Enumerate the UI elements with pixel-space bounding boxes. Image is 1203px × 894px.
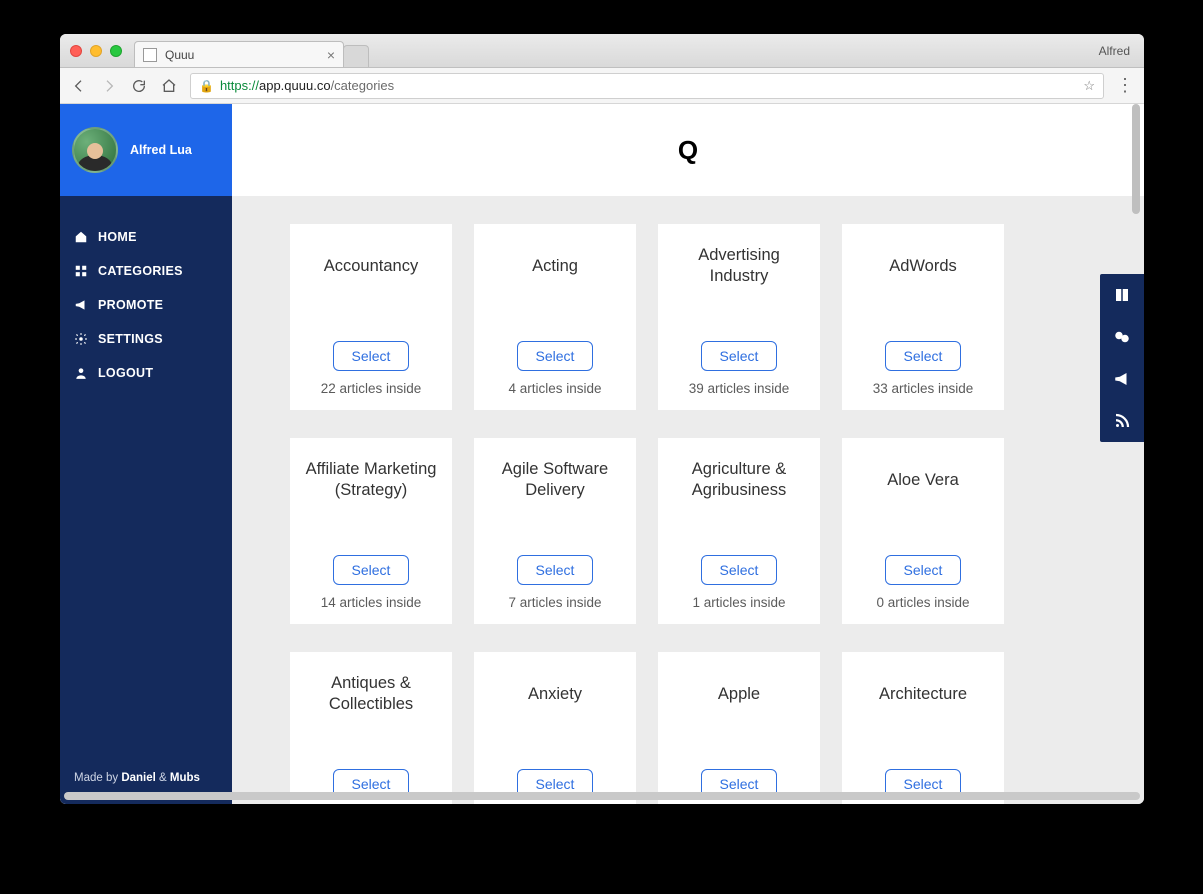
category-card: Aloe Vera Select 0 articles inside xyxy=(842,438,1004,624)
address-bar[interactable]: 🔒 https://app.quuu.co/categories ☆ xyxy=(190,73,1104,99)
article-count: 33 articles inside xyxy=(873,381,974,396)
sidebar-item-label: LOGOUT xyxy=(98,366,153,380)
titlebar: Quuu × Alfred xyxy=(60,34,1144,68)
home-button[interactable] xyxy=(160,77,178,95)
category-title: Accountancy xyxy=(324,244,418,288)
user-icon xyxy=(74,366,88,380)
avatar[interactable] xyxy=(72,127,118,173)
browser-tab[interactable]: Quuu × xyxy=(134,41,344,67)
article-count: 0 articles inside xyxy=(876,595,969,610)
username-label: Alfred Lua xyxy=(130,143,192,157)
sidebar-item-settings[interactable]: SETTINGS xyxy=(60,322,232,356)
select-button[interactable]: Select xyxy=(885,341,962,371)
reload-button[interactable] xyxy=(130,77,148,95)
forward-button[interactable] xyxy=(100,77,118,95)
select-button[interactable]: Select xyxy=(885,555,962,585)
sidebar-item-categories[interactable]: CATEGORIES xyxy=(60,254,232,288)
megaphone-icon xyxy=(74,298,88,312)
select-button[interactable]: Select xyxy=(333,555,410,585)
category-title: Agriculture & Agribusiness xyxy=(668,458,810,502)
select-button[interactable]: Select xyxy=(517,555,594,585)
category-grid: Accountancy Select 22 articles inside Actin… xyxy=(290,224,1102,804)
article-count: 22 articles inside xyxy=(321,381,422,396)
category-card: ArchitectureSelect11 articles inside xyxy=(842,652,1004,804)
favicon-icon xyxy=(143,48,157,62)
article-count: 7 articles inside xyxy=(508,595,601,610)
lock-icon: 🔒 xyxy=(199,79,214,93)
url-text: https://app.quuu.co/categories xyxy=(220,78,394,93)
select-button[interactable]: Select xyxy=(517,341,594,371)
maximize-window-button[interactable] xyxy=(110,45,122,57)
category-title: Architecture xyxy=(879,672,967,716)
home-icon xyxy=(74,230,88,244)
browser-menu-button[interactable]: ⋮ xyxy=(1116,75,1134,96)
tab-strip: Quuu × xyxy=(134,34,369,67)
category-card: AppleSelect5 articles inside xyxy=(658,652,820,804)
article-count: 1 articles inside xyxy=(692,595,785,610)
select-button[interactable]: Select xyxy=(701,555,778,585)
category-title: Affiliate Marketing (Strategy) xyxy=(300,458,442,502)
horizontal-scrollbar[interactable] xyxy=(64,790,1140,802)
main: Q Accountancy Select 22 articles inside Act… xyxy=(232,104,1144,804)
tab-title: Quuu xyxy=(165,48,194,62)
sidebar-item-logout[interactable]: LOGOUT xyxy=(60,356,232,390)
article-count: 4 articles inside xyxy=(508,381,601,396)
browser-window: Quuu × Alfred 🔒 https://app.quuu.co/cate… xyxy=(60,34,1144,804)
select-button[interactable]: Select xyxy=(333,341,410,371)
sidebar-item-label: PROMOTE xyxy=(98,298,163,312)
sidebar-nav: HOME CATEGORIES PROMOTE SETTINGS LOGOUT xyxy=(60,196,232,400)
app-topbar: Q xyxy=(232,104,1144,196)
gear-icon xyxy=(74,332,88,346)
category-card: AnxietySelect0 articles inside xyxy=(474,652,636,804)
browser-toolbar: 🔒 https://app.quuu.co/categories ☆ ⋮ xyxy=(60,68,1144,104)
category-card: Accountancy Select 22 articles inside xyxy=(290,224,452,410)
grid-icon xyxy=(74,264,88,278)
viewport: Alfred Lua HOME CATEGORIES PROMOTE SETTINGS… xyxy=(60,104,1144,804)
close-tab-button[interactable]: × xyxy=(327,48,335,62)
select-button[interactable]: Select xyxy=(701,341,778,371)
category-title: AdWords xyxy=(889,244,957,288)
category-card: Acting Select 4 articles inside xyxy=(474,224,636,410)
minimize-window-button[interactable] xyxy=(90,45,102,57)
category-card: Affiliate Marketing (Strategy) Select 14 a… xyxy=(290,438,452,624)
sidebar-item-label: SETTINGS xyxy=(98,332,163,346)
category-card: Antiques & CollectiblesSelect4 articles … xyxy=(290,652,452,804)
vertical-scrollbar-thumb[interactable] xyxy=(1132,104,1140,214)
category-card: Agriculture & Agribusiness Select 1 articl… xyxy=(658,438,820,624)
sidebar-item-label: CATEGORIES xyxy=(98,264,183,278)
footer-author-1[interactable]: Daniel xyxy=(121,772,156,784)
sidebar-item-label: HOME xyxy=(98,230,137,244)
app-root: Alfred Lua HOME CATEGORIES PROMOTE SETTINGS… xyxy=(60,104,1144,804)
sidebar-item-promote[interactable]: PROMOTE xyxy=(60,288,232,322)
category-card: Agile Software Delivery Select 7 articles … xyxy=(474,438,636,624)
sidebar-item-home[interactable]: HOME xyxy=(60,220,232,254)
category-card: Advertising Industry Select 39 articles in… xyxy=(658,224,820,410)
sidebar-header: Alfred Lua xyxy=(60,104,232,196)
close-window-button[interactable] xyxy=(70,45,82,57)
bookmark-star-icon[interactable]: ☆ xyxy=(1083,78,1095,94)
sidebar: Alfred Lua HOME CATEGORIES PROMOTE SETTINGS… xyxy=(60,104,232,804)
article-count: 39 articles inside xyxy=(689,381,790,396)
category-title: Apple xyxy=(718,672,760,716)
chrome-profile-label[interactable]: Alfred xyxy=(1099,34,1130,68)
category-title: Agile Software Delivery xyxy=(484,458,626,502)
app-logo[interactable]: Q xyxy=(678,135,698,166)
horizontal-scrollbar-thumb[interactable] xyxy=(64,792,1140,800)
content-area: Accountancy Select 22 articles inside Actin… xyxy=(232,196,1144,804)
footer-author-2[interactable]: Mubs xyxy=(170,772,200,784)
category-title: Anxiety xyxy=(528,672,582,716)
category-title: Advertising Industry xyxy=(668,244,810,288)
vertical-scrollbar[interactable] xyxy=(1130,104,1142,804)
category-card: AdWords Select 33 articles inside xyxy=(842,224,1004,410)
category-title: Antiques & Collectibles xyxy=(300,672,442,716)
back-button[interactable] xyxy=(70,77,88,95)
category-title: Acting xyxy=(532,244,578,288)
article-count: 14 articles inside xyxy=(321,595,422,610)
window-controls xyxy=(70,45,122,57)
new-tab-button[interactable] xyxy=(343,45,369,67)
category-title: Aloe Vera xyxy=(887,458,959,502)
